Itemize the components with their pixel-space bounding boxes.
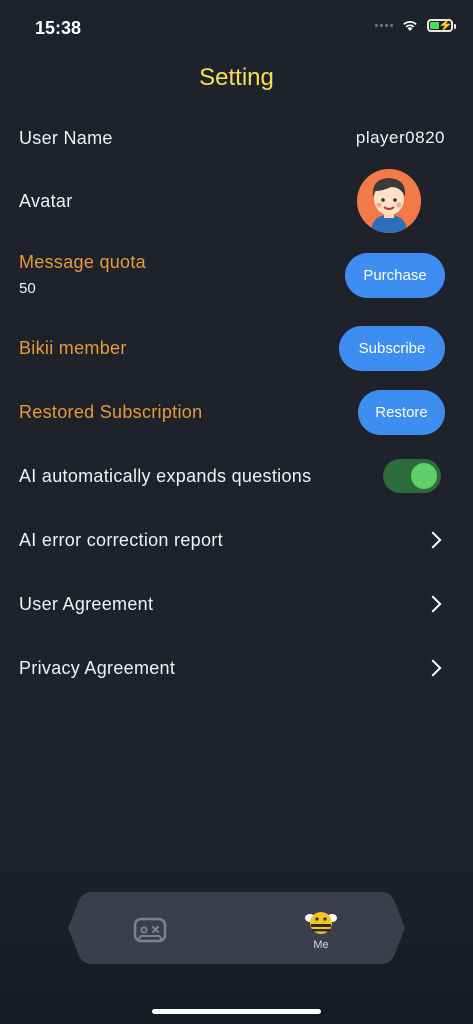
restore-label: Restored Subscription <box>19 401 203 422</box>
chevron-right-icon <box>424 659 442 677</box>
row-ai-expand: AI automatically expands questions <box>19 458 441 494</box>
ai-expand-label: AI automatically expands questions <box>19 465 312 486</box>
avatar-label: Avatar <box>19 190 73 211</box>
avatar-face-icon <box>357 169 421 233</box>
message-quota-value: 50 <box>19 280 36 297</box>
row-user-agreement[interactable]: User Agreement <box>19 590 445 618</box>
user-agreement-label: User Agreement <box>19 593 154 614</box>
row-restore: Restored Subscription Restore <box>19 389 445 435</box>
row-message-quota: Message quota Purchase <box>19 252 445 298</box>
tab-me[interactable]: Me <box>271 900 371 960</box>
gamepad-icon <box>133 917 167 943</box>
tab-games[interactable] <box>100 900 200 960</box>
bee-icon <box>305 912 337 934</box>
purchase-button[interactable]: Purchase <box>345 252 445 298</box>
ai-expand-toggle[interactable] <box>383 459 441 493</box>
home-indicator[interactable] <box>152 1009 321 1014</box>
row-member: Bikii member Subscribe <box>19 325 445 371</box>
error-report-label: AI error correction report <box>19 529 223 550</box>
row-user-name: User Name player0820 <box>19 126 445 150</box>
tab-bar: Me <box>68 892 405 964</box>
message-quota-label: Message quota <box>19 252 146 272</box>
subscribe-button[interactable]: Subscribe <box>339 325 445 371</box>
tab-me-label: Me <box>313 939 329 951</box>
user-name-value: player0820 <box>355 128 445 147</box>
cellular-signal-icon <box>375 23 393 27</box>
row-privacy-agreement[interactable]: Privacy Agreement <box>19 654 445 682</box>
page-title: Setting <box>199 64 274 91</box>
toggle-knob <box>411 463 437 489</box>
battery-icon: ⚡ <box>427 18 456 32</box>
member-label: Bikii member <box>19 337 127 358</box>
row-avatar[interactable]: Avatar <box>19 168 421 234</box>
avatar[interactable] <box>357 169 421 233</box>
user-name-label: User Name <box>19 127 113 148</box>
status-icons: ⚡ <box>375 18 456 32</box>
restore-button[interactable]: Restore <box>358 389 445 435</box>
chevron-right-icon <box>424 531 442 549</box>
status-bar: 15:38 ⚡ <box>0 0 473 56</box>
chevron-right-icon <box>424 595 442 613</box>
row-error-report[interactable]: AI error correction report <box>19 526 445 554</box>
status-time: 15:38 <box>35 18 82 38</box>
wifi-icon <box>403 21 417 31</box>
privacy-agreement-label: Privacy Agreement <box>19 657 176 678</box>
